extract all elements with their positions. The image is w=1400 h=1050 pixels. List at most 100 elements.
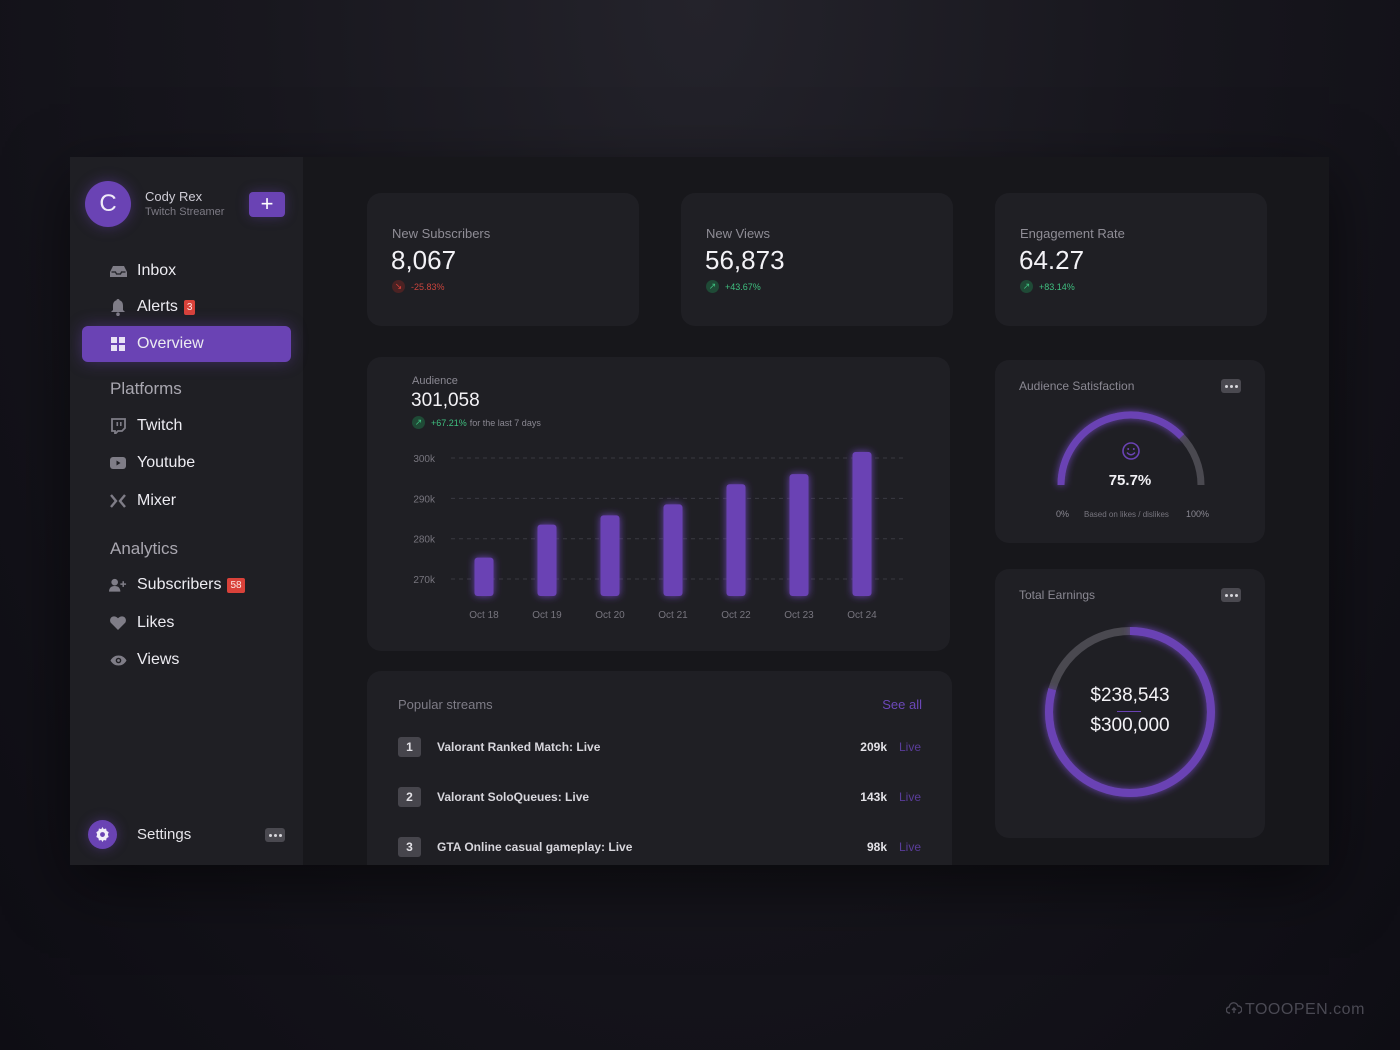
- stream-name[interactable]: Valorant SoloQueues: Live: [437, 790, 589, 804]
- stat-card-engagement: Engagement Rate 64.27 ↗ +83.14%: [995, 193, 1267, 326]
- user-role: Twitch Streamer: [145, 206, 225, 218]
- streams-title: Popular streams: [398, 697, 493, 712]
- stat-change: ↗ +83.14%: [1020, 280, 1075, 293]
- stream-views: 98k: [866, 840, 887, 854]
- stream-row[interactable]: 3 GTA Online casual gameplay: Live 98k L…: [398, 837, 921, 859]
- x-tick-label: Oct 18: [469, 610, 499, 621]
- mixer-icon: [109, 492, 127, 510]
- earnings-divider: [1117, 711, 1141, 712]
- sidebar-item-alerts[interactable]: Alerts 3: [82, 289, 291, 325]
- bar-oct-21[interactable]: [663, 504, 683, 596]
- y-tick-label: 290k: [413, 494, 436, 505]
- trend-up-icon: ↗: [706, 280, 719, 293]
- gauge-min-label: 0%: [1056, 509, 1070, 519]
- add-user-icon: [109, 576, 127, 594]
- stat-change: ↗ +43.67%: [706, 280, 761, 293]
- gauge-max-label: 100%: [1186, 509, 1210, 519]
- stream-rank: 3: [398, 837, 421, 857]
- youtube-icon: [109, 454, 127, 472]
- inbox-icon: [109, 262, 127, 280]
- settings-more-button[interactable]: [265, 828, 285, 842]
- stat-change-value: -25.83%: [411, 281, 445, 292]
- watermark-text: TOOOPEN.com: [1245, 1001, 1365, 1018]
- sidebar-item-label: Youtube: [137, 454, 196, 471]
- sidebar-item-overview[interactable]: Overview: [82, 326, 291, 362]
- sidebar-item-likes[interactable]: Likes: [82, 605, 291, 641]
- stream-rank: 2: [398, 787, 421, 807]
- x-tick-label: Oct 23: [784, 610, 814, 621]
- x-tick-label: Oct 21: [658, 610, 688, 621]
- section-platforms: Platforms: [110, 379, 182, 398]
- sidebar-item-label: Views: [137, 651, 180, 668]
- sidebar-item-mixer[interactable]: Mixer: [82, 483, 291, 519]
- stat-title: New Subscribers: [392, 226, 491, 241]
- settings-item[interactable]: Settings: [88, 820, 288, 850]
- stream-views: 143k: [860, 790, 887, 804]
- sidebar-item-label: Inbox: [137, 262, 177, 279]
- add-button[interactable]: +: [249, 192, 285, 217]
- cloud-upload-icon: [1225, 1001, 1243, 1019]
- bar-oct-23[interactable]: [789, 474, 809, 596]
- stat-value: 56,873: [705, 245, 785, 275]
- stat-title: Engagement Rate: [1020, 226, 1125, 241]
- sidebar-item-subscribers[interactable]: Subscribers 58: [82, 567, 291, 603]
- section-analytics: Analytics: [110, 539, 179, 558]
- stat-change: ↘ -25.83%: [392, 280, 445, 293]
- stream-status: Live: [898, 740, 921, 754]
- earnings-target: $300,000: [1090, 715, 1170, 736]
- trend-up-icon: ↗: [1020, 280, 1033, 293]
- stream-row[interactable]: 1 Valorant Ranked Match: Live 209k Live: [398, 737, 921, 759]
- sidebar-item-label: Alerts: [137, 298, 178, 315]
- sidebar-item-label: Mixer: [137, 492, 177, 509]
- avatar[interactable]: C: [85, 181, 131, 227]
- stream-views: 209k: [860, 740, 887, 754]
- earnings-card: Total Earnings $238,543 $300,000: [995, 569, 1265, 838]
- stat-change-value: +43.67%: [725, 281, 761, 292]
- twitch-icon: [109, 417, 127, 435]
- bell-icon: [109, 298, 127, 316]
- gear-icon[interactable]: [88, 820, 117, 849]
- stream-status: Live: [898, 790, 921, 804]
- sidebar-item-inbox[interactable]: Inbox: [82, 253, 291, 289]
- see-all-link[interactable]: See all: [882, 697, 922, 712]
- alerts-badge: 3: [183, 299, 196, 315]
- x-tick-label: Oct 19: [532, 610, 562, 621]
- stream-rank: 1: [398, 737, 421, 757]
- satisfaction-card: Audience Satisfaction 75.7% 0% Based on …: [995, 360, 1265, 543]
- stat-value: 64.27: [1019, 245, 1085, 275]
- stat-value: 8,067: [391, 245, 457, 275]
- sidebar: C Cody Rex Twitch Streamer + Inbox Alert…: [70, 157, 303, 865]
- sidebar-item-youtube[interactable]: Youtube: [82, 445, 291, 481]
- y-tick-label: 280k: [413, 535, 436, 546]
- bar-oct-19[interactable]: [537, 524, 557, 596]
- stat-card-views: New Views 56,873 ↗ +43.67%: [681, 193, 953, 326]
- stream-name[interactable]: GTA Online casual gameplay: Live: [437, 840, 632, 854]
- satisfaction-value: 75.7%: [1108, 472, 1152, 489]
- user-name: Cody Rex: [145, 189, 203, 204]
- audience-bar-chart: 300k 290k 280k 270k Oct 18 Oct 19 Oct 20 Oct 21…: [413, 452, 907, 621]
- sidebar-item-label: Likes: [137, 614, 175, 631]
- trend-down-icon: ↘: [392, 280, 405, 293]
- subscribers-badge: 58: [227, 577, 245, 593]
- sidebar-item-label: Twitch: [137, 417, 183, 434]
- stream-name[interactable]: Valorant Ranked Match: Live: [437, 740, 600, 754]
- popular-streams-card: Popular streams See all 1 Valorant Ranke…: [367, 671, 952, 865]
- settings-label: Settings: [137, 826, 192, 843]
- x-tick-label: Oct 20: [595, 610, 625, 621]
- grid-icon: [109, 335, 127, 353]
- y-tick-label: 270k: [413, 575, 436, 586]
- bar-oct-24[interactable]: [852, 452, 872, 596]
- stream-row[interactable]: 2 Valorant SoloQueues: Live 143k Live: [398, 787, 921, 809]
- user-profile: C Cody Rex Twitch Streamer +: [85, 181, 295, 229]
- stream-status: Live: [898, 840, 921, 854]
- stat-title: New Views: [706, 226, 771, 241]
- app-window: C Cody Rex Twitch Streamer + Inbox Alert…: [70, 157, 1329, 865]
- bar-oct-20[interactable]: [600, 515, 620, 596]
- y-tick-label: 300k: [413, 454, 436, 465]
- bar-oct-22[interactable]: [726, 484, 746, 596]
- sidebar-item-twitch[interactable]: Twitch: [82, 408, 291, 444]
- sidebar-item-label: Subscribers: [137, 576, 222, 593]
- sidebar-item-views[interactable]: Views: [82, 642, 291, 678]
- bar-oct-18[interactable]: [474, 557, 494, 596]
- x-tick-label: Oct 24: [847, 610, 877, 621]
